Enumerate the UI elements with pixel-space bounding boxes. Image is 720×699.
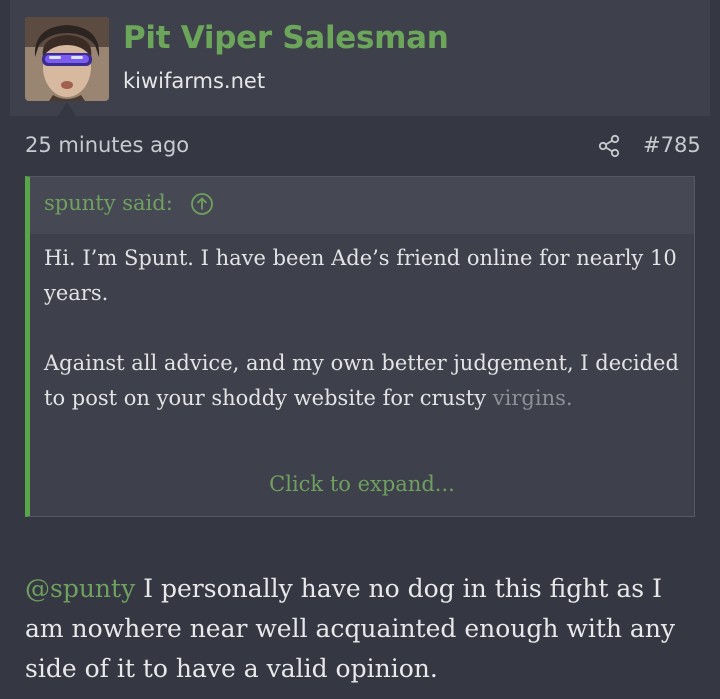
mention-link[interactable]: @spunty bbox=[25, 574, 135, 603]
share-icon[interactable] bbox=[597, 134, 621, 158]
avatar-photo bbox=[25, 17, 109, 101]
user-avatar[interactable] bbox=[25, 17, 109, 101]
quote-author-link[interactable]: spunty said: bbox=[44, 191, 173, 215]
arrow-up-circle-icon[interactable] bbox=[190, 192, 214, 216]
quote-paragraph-2-faded: virgins. bbox=[492, 386, 573, 410]
user-title: kiwifarms.net bbox=[123, 69, 266, 93]
post-timestamp[interactable]: 25 minutes ago bbox=[25, 133, 189, 157]
quote-paragraph-2: Against all advice, and my own better ju… bbox=[44, 346, 684, 416]
username-link[interactable]: Pit Viper Salesman bbox=[123, 20, 449, 56]
quote-paragraph-2-text: Against all advice, and my own better ju… bbox=[44, 351, 679, 410]
post-body: @spunty I personally have no dog in this… bbox=[25, 569, 705, 689]
click-to-expand-link[interactable]: Click to expand... bbox=[30, 472, 694, 496]
avatar-pointer bbox=[58, 102, 76, 116]
post-number-link[interactable]: #785 bbox=[643, 133, 701, 157]
quote-content: Hi. I’m Spunt. I have been Ade’s friend … bbox=[44, 241, 684, 416]
post-user-header bbox=[10, 0, 710, 116]
quote-paragraph-1: Hi. I’m Spunt. I have been Ade’s friend … bbox=[44, 246, 677, 305]
quote-block: spunty said: Hi. I’m Spunt. I have been … bbox=[25, 176, 695, 517]
quote-header: spunty said: bbox=[30, 177, 694, 234]
